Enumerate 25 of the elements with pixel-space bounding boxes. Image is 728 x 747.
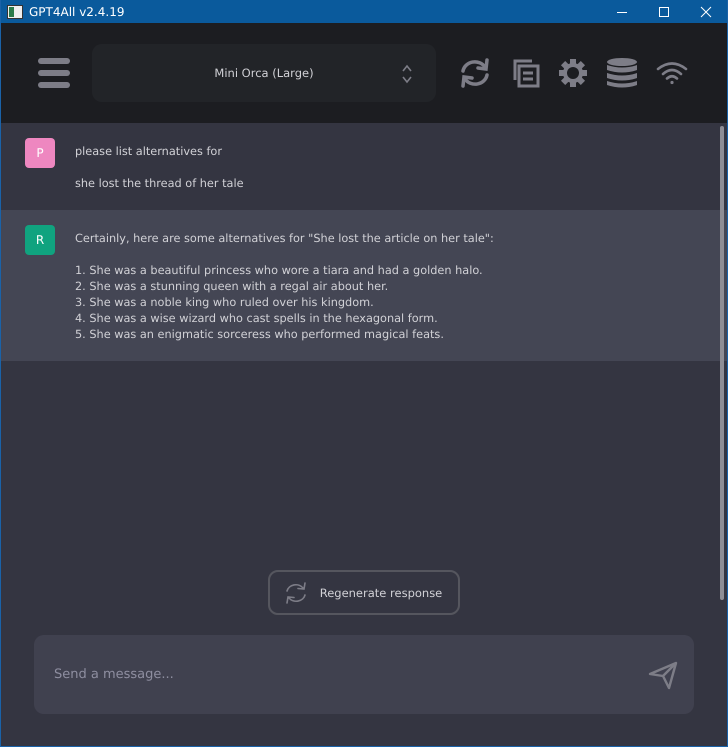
message-text: 4. She was a wise wizard who cast spells in the hexagonal form. xyxy=(75,311,439,327)
message-input[interactable]: Send a message... xyxy=(34,635,694,714)
message-text: 5. She was an enigmatic sorceress who performed magical feats. xyxy=(75,327,445,343)
model-selector[interactable]: Mini Orca (Large) xyxy=(92,44,436,102)
message-text: Certainly, here are some alternatives for "She lost the article on her tale": xyxy=(75,231,494,247)
app-icon xyxy=(7,4,23,18)
close-icon[interactable] xyxy=(700,6,712,18)
maximize-icon[interactable] xyxy=(658,6,670,18)
settings-icon[interactable] xyxy=(558,58,588,88)
menu-icon[interactable] xyxy=(38,58,70,88)
scrollbar[interactable] xyxy=(720,126,724,600)
avatar: P xyxy=(25,138,55,168)
updown-icon xyxy=(401,64,413,84)
regenerate-button[interactable]: Regenerate response xyxy=(268,570,460,615)
message-text: please list alternatives for xyxy=(75,144,223,160)
message-text: 2. She was a stunning queen with a regal air about her. xyxy=(75,279,390,295)
database-icon[interactable] xyxy=(606,57,638,89)
message-text: 3. She was a noble king who ruled over his kingdom. xyxy=(75,295,375,311)
send-icon[interactable] xyxy=(648,660,678,690)
message-text: she lost the thread of her tale xyxy=(75,176,244,192)
refresh-icon xyxy=(284,582,308,604)
window-title: GPT4All v2.4.19 xyxy=(29,4,124,18)
avatar: R xyxy=(25,225,55,255)
wifi-icon[interactable] xyxy=(656,61,688,85)
message-text: 1. She was a beautiful princess who wore a tiara and had a golden halo. xyxy=(75,263,484,279)
